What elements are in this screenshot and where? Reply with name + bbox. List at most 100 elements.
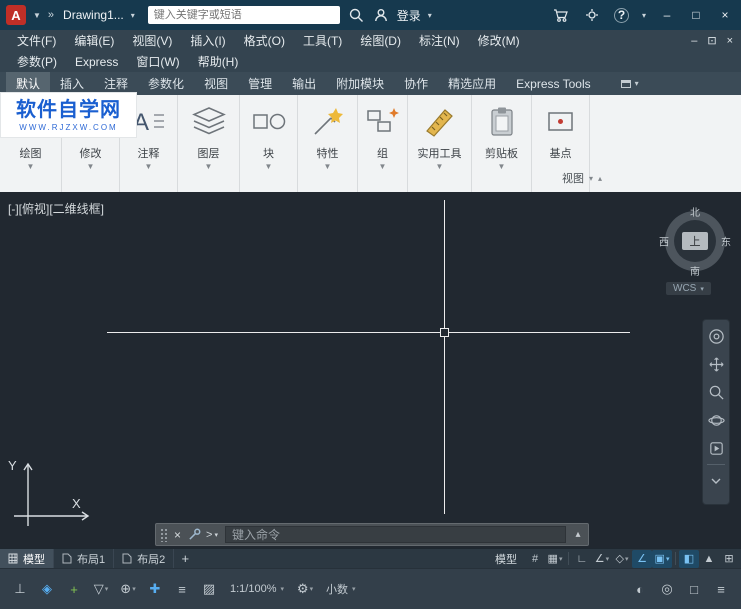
show-motion-button[interactable] <box>703 434 729 462</box>
navbar-menu-icon[interactable] <box>703 467 729 495</box>
workspace-dropdown-icon[interactable]: ▼ <box>33 11 41 20</box>
wcs-dropdown[interactable]: WCS ▾ <box>666 282 711 295</box>
quick-access-expand-icon[interactable]: » <box>48 9 54 21</box>
tab-layout2[interactable]: 布局2 <box>114 549 175 568</box>
store-cart-icon[interactable] <box>552 6 570 24</box>
compass-south-label[interactable]: 南 <box>690 263 700 278</box>
menu-window[interactable]: 窗口(W) <box>127 53 188 70</box>
customization-button[interactable]: ≡ <box>709 577 733 601</box>
tab-output[interactable]: 输出 <box>282 72 326 95</box>
model-space-button[interactable]: 模型 <box>487 551 525 567</box>
menu-file[interactable]: 文件(F) <box>8 32 65 49</box>
view-cube[interactable]: 北 南 西 东 上 <box>658 204 732 278</box>
panel-expand-icon[interactable]: ▼ <box>145 162 153 171</box>
dynamic-input-toggle[interactable]: + <box>62 577 86 601</box>
menu-view[interactable]: 视图(V) <box>123 32 181 49</box>
tab-addins[interactable]: 附加模块 <box>326 72 394 95</box>
utilities-tools-button[interactable] <box>422 100 458 142</box>
search-input[interactable] <box>147 9 340 21</box>
menu-tools[interactable]: 工具(T) <box>294 32 351 49</box>
annotation-visibility-toggle[interactable]: ▲ <box>699 550 719 568</box>
snap-mode-toggle[interactable]: ▦ ▾ <box>545 550 565 568</box>
polar-tracking-toggle[interactable]: ∠ ▾ <box>592 550 612 568</box>
menu-modify[interactable]: 修改(M) <box>469 32 529 49</box>
tab-express-tools[interactable]: Express Tools <box>506 72 600 95</box>
panel-expand-icon[interactable]: ▼ <box>498 162 506 171</box>
menu-insert[interactable]: 插入(I) <box>181 32 234 49</box>
doc-restore-button[interactable]: ⊡ <box>707 34 716 47</box>
panel-expand-icon[interactable]: ▼ <box>324 162 332 171</box>
menu-format[interactable]: 格式(O) <box>235 32 294 49</box>
chevron-down-icon[interactable]: ▾ <box>589 174 593 183</box>
selection-filtering-toggle[interactable]: ▽ ▾ <box>89 577 113 601</box>
compass-east-label[interactable]: 东 <box>721 234 731 249</box>
menu-dimension[interactable]: 标注(N) <box>410 32 469 49</box>
workspace-switching-button[interactable]: ⚙ ▾ <box>293 577 317 601</box>
menu-express[interactable]: Express <box>66 55 127 69</box>
grid-display-toggle[interactable]: # <box>525 550 545 568</box>
clean-screen-button[interactable]: □ <box>682 577 706 601</box>
quick-properties-toggle[interactable]: ⊞ <box>719 550 739 568</box>
isolate-objects-button[interactable]: ◐ <box>628 577 652 601</box>
properties-tools-button[interactable] <box>310 100 346 142</box>
panel-expand-icon[interactable]: ▼ <box>379 162 387 171</box>
doc-close-button[interactable]: × <box>727 35 733 47</box>
viewport-controls[interactable]: [-][俯视][二维线框] <box>8 200 104 217</box>
object-snap-tracking-toggle[interactable]: ∠ <box>632 549 652 568</box>
pan-button[interactable] <box>703 350 729 378</box>
panel-expand-icon[interactable]: ▼ <box>205 162 213 171</box>
isometric-drafting-toggle[interactable]: ◇ ▾ <box>612 550 632 568</box>
menu-parametric[interactable]: 参数(P) <box>8 53 66 70</box>
selection-cycling-toggle[interactable]: ◧ <box>679 549 699 568</box>
tab-collaborate[interactable]: 协作 <box>394 72 438 95</box>
tab-model[interactable]: 模型 <box>0 549 54 568</box>
panel-expand-icon[interactable]: ▼ <box>265 162 273 171</box>
tab-layout1[interactable]: 布局1 <box>54 549 115 568</box>
recent-commands-button[interactable]: > ▾ <box>203 529 221 541</box>
compass-west-label[interactable]: 西 <box>659 234 669 249</box>
sign-in-dropdown-icon[interactable]: ▾ <box>428 11 432 20</box>
annotation-monitor-toggle[interactable]: ✚ <box>143 577 167 601</box>
viewcube-top-face[interactable]: 上 <box>682 232 708 250</box>
menu-draw[interactable]: 绘图(D) <box>351 32 410 49</box>
tab-parametric[interactable]: 参数化 <box>138 72 194 95</box>
user-icon[interactable] <box>372 6 390 24</box>
layers-tools-button[interactable] <box>191 100 227 142</box>
lineweight-toggle[interactable]: ≡ <box>170 577 194 601</box>
group-tools-button[interactable] <box>365 100 401 142</box>
panel-expand-icon[interactable]: ▼ <box>436 162 444 171</box>
compass-north-label[interactable]: 北 <box>690 204 700 219</box>
tab-view[interactable]: 视图 <box>194 72 238 95</box>
basepoint-tools-button[interactable] <box>543 100 579 142</box>
panel-expand-icon[interactable]: ▼ <box>87 162 95 171</box>
help-dropdown-icon[interactable]: ▾ <box>642 11 646 20</box>
new-layout-button[interactable]: + <box>174 549 196 568</box>
ortho-mode-toggle[interactable]: ∟ <box>572 550 592 568</box>
zoom-button[interactable] <box>703 378 729 406</box>
tab-featured-apps[interactable]: 精选应用 <box>438 72 506 95</box>
help-button[interactable]: ? <box>613 7 629 23</box>
dynamic-ucs-toggle[interactable]: ⊥ <box>8 577 32 601</box>
command-close-icon[interactable]: × <box>170 528 185 542</box>
object-snap-toggle[interactable]: ▣ ▾ <box>652 549 672 568</box>
drawing-canvas[interactable]: [-][俯视][二维线框] 北 南 西 东 上 WCS ▾ Y X <box>0 192 741 548</box>
close-button[interactable]: × <box>717 8 733 22</box>
minimize-button[interactable]: – <box>659 8 675 22</box>
autodesk-360-icon[interactable] <box>583 6 601 24</box>
transparency-toggle[interactable]: ▨ <box>197 577 221 601</box>
navigation-wheel-button[interactable] <box>703 322 729 350</box>
command-customize-icon[interactable] <box>185 528 203 541</box>
command-history-icon[interactable]: ▴ <box>570 529 586 540</box>
orbit-button[interactable] <box>703 406 729 434</box>
command-input[interactable] <box>224 526 566 543</box>
hardware-acceleration-button[interactable]: ◎ <box>655 577 679 601</box>
sign-in-button[interactable]: 登录 <box>397 7 421 24</box>
command-bar-grip[interactable] <box>160 527 168 542</box>
panel-expand-icon[interactable]: ▼ <box>27 162 35 171</box>
menu-help[interactable]: 帮助(H) <box>189 53 248 70</box>
maximize-button[interactable]: □ <box>688 8 704 22</box>
doc-minimize-button[interactable]: – <box>691 35 697 47</box>
3d-object-snap-toggle[interactable]: ◈ <box>35 577 59 601</box>
annotation-scale-button[interactable]: 1:1/100% ▾ <box>224 577 290 601</box>
gizmo-toggle[interactable]: ⊕ ▾ <box>116 577 140 601</box>
